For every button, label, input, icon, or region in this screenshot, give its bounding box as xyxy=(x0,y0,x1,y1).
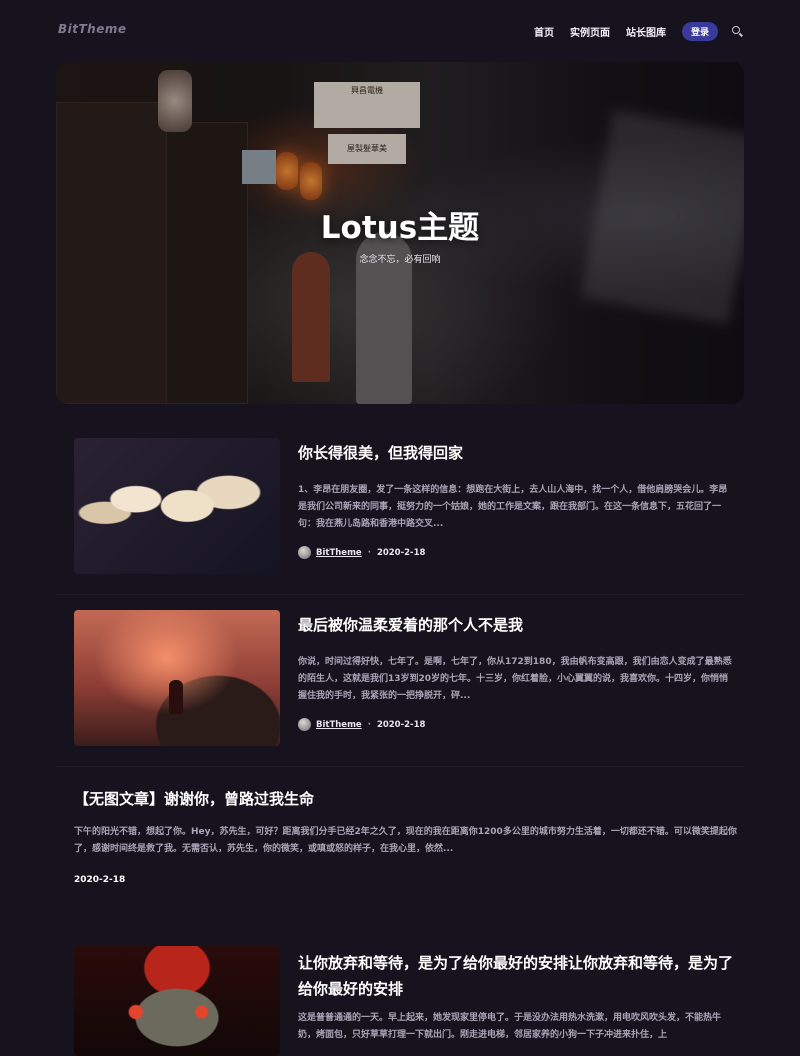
post-card[interactable]: 最后被你温柔爱着的那个人不是我 你说，时间过得好快，七年了。是啊，七年了，你从1… xyxy=(56,596,744,767)
hero-subtitle: 念念不忘，必有回响 xyxy=(359,255,441,265)
post-card[interactable]: 你长得很美，但我得回家 1、李昂在朋友圈，发了一条这样的信息：想跑在大街上，去人… xyxy=(56,424,744,595)
post-title[interactable]: 让你放弃和等待，是为了给你最好的安排让你放弃和等待，是为了给你最好的安排 xyxy=(298,950,734,1002)
post-meta: BitTheme · 2020-2-18 xyxy=(298,546,425,559)
hero-banner: 興昌電機 屋製髮華美 Lotus主题 念念不忘，必有回响 xyxy=(56,62,744,404)
post-excerpt: 下午的阳光不错，想起了你。Hey，苏先生，可好？距离我们分手已经2年之久了，现在… xyxy=(74,827,737,854)
post-date: 2020-2-18 xyxy=(74,875,126,885)
site-logo[interactable]: BitTheme xyxy=(58,22,127,36)
post-author[interactable]: BitTheme xyxy=(316,548,362,558)
nav-examples[interactable]: 实例页面 xyxy=(570,24,610,39)
meta-separator: · xyxy=(367,547,371,558)
post-meta: BitTheme · 2020-2-18 xyxy=(298,718,425,731)
thumbnail-figure xyxy=(169,680,183,714)
main-nav: 首页 实例页面 站长图库 登录 xyxy=(518,22,744,41)
login-button[interactable]: 登录 xyxy=(681,22,718,41)
post-date: 2020-2-18 xyxy=(376,547,426,558)
avatar[interactable] xyxy=(298,718,311,731)
nav-home[interactable]: 首页 xyxy=(534,24,554,39)
post-title[interactable]: 最后被你温柔爱着的那个人不是我 xyxy=(298,612,734,638)
post-date: 2020-2-18 xyxy=(376,719,426,730)
post-excerpt: 1、李昂在朋友圈，发了一条这样的信息：想跑在大街上，去人山人海中，找一个人，借他… xyxy=(298,485,728,529)
search-icon[interactable] xyxy=(732,25,744,38)
post-excerpt: 你说，时间过得好快，七年了。是啊，七年了，你从172到180，我由帆布变高跟，我… xyxy=(298,657,732,701)
post-title[interactable]: 你长得很美，但我得回家 xyxy=(298,440,734,466)
meta-separator: · xyxy=(367,719,371,730)
post-excerpt: 这是普普通通的一天。早上起来，她发现家里停电了。于是没办法用热水洗漱，用电吹风吹… xyxy=(298,1013,722,1040)
post-thumbnail[interactable] xyxy=(74,610,280,746)
nav-gallery[interactable]: 站长图库 xyxy=(626,24,666,39)
site-header: BitTheme 首页 实例页面 站长图库 登录 xyxy=(0,0,800,62)
post-thumbnail[interactable] xyxy=(74,438,280,574)
hero-title: Lotus主题 xyxy=(320,210,480,246)
post-card[interactable]: 让你放弃和等待，是为了给你最好的安排让你放弃和等待，是为了给你最好的安排 这是普… xyxy=(56,930,744,1056)
avatar[interactable] xyxy=(298,546,311,559)
post-thumbnail[interactable] xyxy=(74,946,280,1056)
post-author[interactable]: BitTheme xyxy=(316,720,362,730)
post-card[interactable]: 【无图文章】谢谢你，曾路过我生命 下午的阳光不错，想起了你。Hey，苏先生，可好… xyxy=(56,768,744,918)
post-title[interactable]: 【无图文章】谢谢你，曾路过我生命 xyxy=(74,788,314,809)
